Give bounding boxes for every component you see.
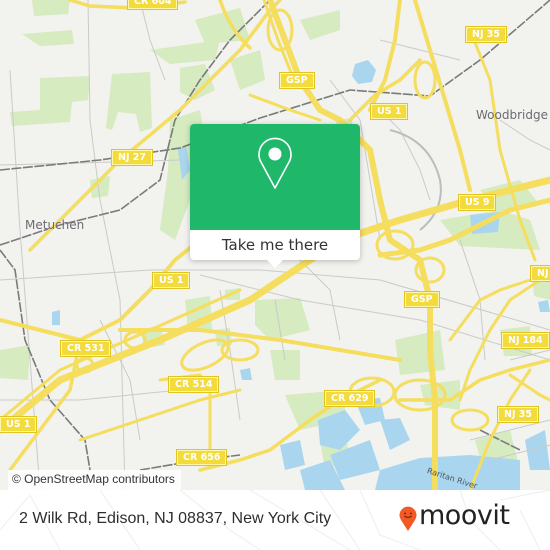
- popup-pointer: [267, 260, 283, 268]
- route-shield-cr-604: CR 604: [126, 0, 179, 10]
- route-shield-gsp: GSP: [279, 72, 315, 89]
- route-shield-cr-629: CR 629: [323, 390, 376, 407]
- moovit-wordmark: moovit: [419, 500, 510, 531]
- route-shield-us-9: US 9: [457, 194, 497, 211]
- place-label-metuchen: Metuchen: [25, 218, 85, 232]
- route-shield-us-1: US 1: [369, 103, 409, 120]
- footer: 2 Wilk Rd, Edison, NJ 08837, New York Ci…: [0, 490, 550, 550]
- map-view[interactable]: CR 604 NJ 35 GSP US 1 NJ 27 US 9 US 1 GS…: [0, 0, 550, 490]
- take-me-there-button[interactable]: Take me there: [190, 230, 360, 260]
- route-shield-us-1: US 1: [0, 416, 38, 433]
- map-attribution[interactable]: © OpenStreetMap contributors: [8, 470, 181, 490]
- moovit-smiley-pin-icon: [399, 506, 417, 531]
- place-label-woodbridge: Woodbridge: [476, 108, 548, 122]
- route-shield-us-1: US 1: [151, 272, 191, 289]
- route-shield-nj-35: NJ 35: [464, 26, 508, 43]
- route-shield-nj-27: NJ 27: [110, 149, 154, 166]
- popup-header: [190, 124, 360, 230]
- route-shield-nj-35: NJ 35: [496, 406, 540, 423]
- address-text: 2 Wilk Rd, Edison, NJ 08837, New York Ci…: [19, 510, 332, 527]
- route-shield-cr-514: CR 514: [167, 376, 220, 393]
- location-pin-icon: [258, 137, 292, 189]
- route-shield-cr-531: CR 531: [59, 340, 112, 357]
- route-shield-gsp: GSP: [404, 291, 440, 308]
- route-shield-cr-656: CR 656: [175, 449, 228, 466]
- route-shield-nj: NJ: [530, 265, 550, 282]
- route-shield-nj-184: NJ 184: [501, 332, 550, 349]
- location-popup: Take me there: [190, 124, 360, 268]
